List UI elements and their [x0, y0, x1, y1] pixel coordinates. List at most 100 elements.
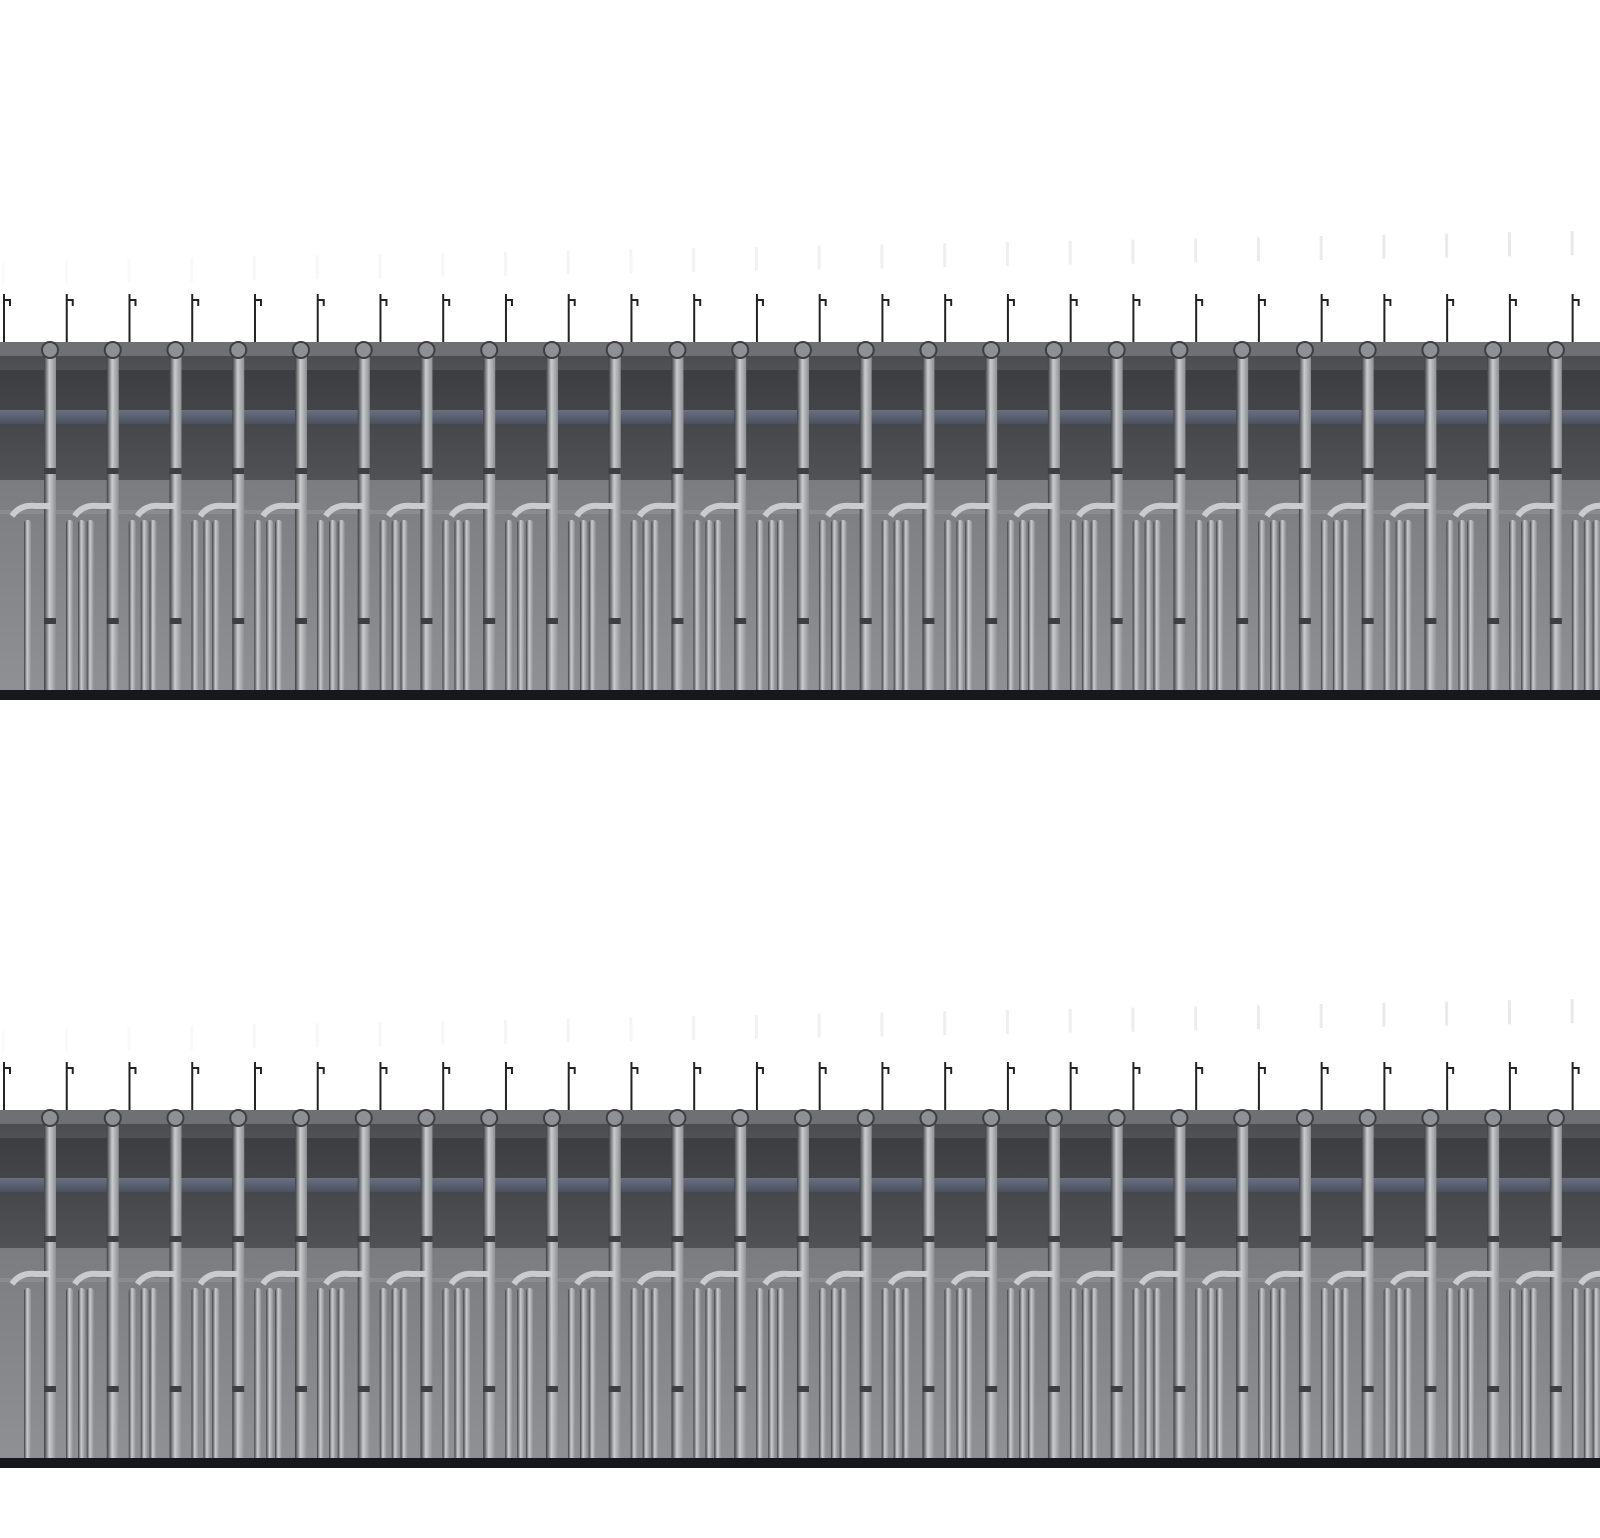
- pipe-icon: [1236, 342, 1249, 698]
- hook-icon: [1257, 1062, 1266, 1112]
- pipe-icon: [1467, 1288, 1475, 1464]
- pipe-icon: [1173, 342, 1186, 698]
- pipe-clamp: [1236, 1236, 1249, 1242]
- pipe-icon: [818, 1288, 826, 1464]
- pipe-icon: [24, 1288, 31, 1464]
- pipe-icon: [203, 1288, 211, 1464]
- pipe-icon: [442, 1288, 450, 1464]
- pipe-icon: [1446, 520, 1454, 696]
- pipe-icon: [140, 1288, 148, 1464]
- pipe-icon: [1458, 520, 1466, 696]
- pipe-joint: [291, 1109, 310, 1127]
- pipe-icon: [66, 520, 73, 696]
- blur-mark: [1319, 1004, 1323, 1028]
- pipe-icon: [128, 520, 136, 696]
- pipe-icon: [454, 520, 462, 696]
- pipe-icon: [545, 1110, 558, 1466]
- pipe-joint: [605, 1109, 624, 1127]
- hook-icon: [379, 1062, 388, 1112]
- pipe-joint: [1546, 341, 1565, 359]
- pipe-clamp: [1110, 618, 1123, 624]
- pipe-icon: [1521, 1288, 1529, 1464]
- hook-icon: [1320, 294, 1329, 344]
- pipe-icon: [1320, 520, 1328, 696]
- pipe-icon: [294, 1110, 307, 1466]
- pipe-clamp: [1298, 1386, 1311, 1392]
- pipe-icon: [44, 1110, 56, 1466]
- hook-icon: [693, 294, 702, 344]
- pipe-joint: [291, 341, 310, 359]
- blur-mark: [315, 255, 319, 280]
- pipe-joint: [1421, 1109, 1440, 1127]
- pipe-clamp: [169, 1236, 182, 1242]
- pipe-icon: [525, 1288, 533, 1464]
- pipe-clamp: [44, 468, 56, 474]
- pipe-clamp: [420, 1386, 433, 1392]
- pipe-icon: [1549, 342, 1562, 698]
- pipe-icon: [1487, 1110, 1500, 1466]
- pipe-icon: [86, 1288, 94, 1464]
- pipe-clamp: [1549, 1236, 1562, 1242]
- pipe-clamp: [420, 1236, 433, 1242]
- pipe-icon: [420, 342, 433, 698]
- pipe-icon: [579, 520, 587, 696]
- pipe-clamp: [1549, 468, 1562, 474]
- pipe-icon: [1320, 1288, 1328, 1464]
- pipe-clamp: [1487, 1386, 1500, 1392]
- pipe-icon: [1047, 342, 1060, 698]
- pipe-icon: [357, 342, 370, 698]
- blur-mark: [1507, 232, 1511, 257]
- base-black: [0, 690, 1600, 700]
- pipe-clamp: [671, 468, 684, 474]
- pipe-icon: [203, 520, 211, 696]
- pipe-clamp: [734, 618, 747, 624]
- pipe-icon: [1090, 1288, 1098, 1464]
- pipe-clamp: [985, 618, 998, 624]
- pipe-joint: [731, 1109, 750, 1127]
- pipe-clamp: [1047, 1236, 1060, 1242]
- blur-mark: [566, 250, 570, 275]
- hook-icon: [1320, 1062, 1329, 1112]
- hook-icon: [818, 1062, 827, 1112]
- hook-icon: [253, 294, 262, 344]
- pipe-icon: [1270, 520, 1278, 696]
- pipe-icon: [391, 1288, 399, 1464]
- pipe-icon: [1395, 520, 1403, 696]
- pipe-icon: [357, 1110, 370, 1466]
- pipe-clamp: [1424, 1236, 1437, 1242]
- blur-mark: [1131, 239, 1135, 264]
- pipe-clamp: [608, 468, 621, 474]
- pipe-clamp: [169, 618, 182, 624]
- pipe-joint: [1295, 341, 1314, 359]
- blur-mark: [1445, 233, 1449, 258]
- pipe-clamp: [985, 1386, 998, 1392]
- hook-icon: [1006, 1062, 1015, 1112]
- hook-icon: [1257, 294, 1266, 344]
- hook-icon: [630, 1062, 639, 1112]
- blur-mark: [378, 254, 382, 278]
- hook-icon: [1006, 294, 1015, 344]
- pipe-icon: [1278, 520, 1286, 696]
- blur-mark: [315, 1023, 319, 1048]
- pipe-icon: [86, 520, 94, 696]
- blur-mark: [1382, 234, 1386, 259]
- pipe-clamp: [294, 1236, 307, 1242]
- blur-mark: [441, 252, 445, 277]
- pipe-icon: [1069, 520, 1077, 696]
- pipe-icon: [1458, 1288, 1466, 1464]
- pipe-icon: [1341, 1288, 1349, 1464]
- pipe-joint: [41, 1109, 59, 1127]
- pipe-icon: [400, 1288, 408, 1464]
- pipe-clamp: [106, 468, 119, 474]
- pipe-icon: [902, 1288, 910, 1464]
- blur-mark: [1256, 237, 1260, 262]
- hook-icon: [1508, 1062, 1517, 1112]
- pipe-joint: [41, 341, 59, 359]
- pipe-clamp: [420, 468, 433, 474]
- pipe-clamp: [44, 1386, 56, 1392]
- pipe-icon: [1529, 1288, 1537, 1464]
- pipe-icon: [24, 520, 31, 696]
- pipe-icon: [1019, 1288, 1027, 1464]
- pipe-clamp: [1173, 618, 1186, 624]
- pipe-icon: [956, 1288, 964, 1464]
